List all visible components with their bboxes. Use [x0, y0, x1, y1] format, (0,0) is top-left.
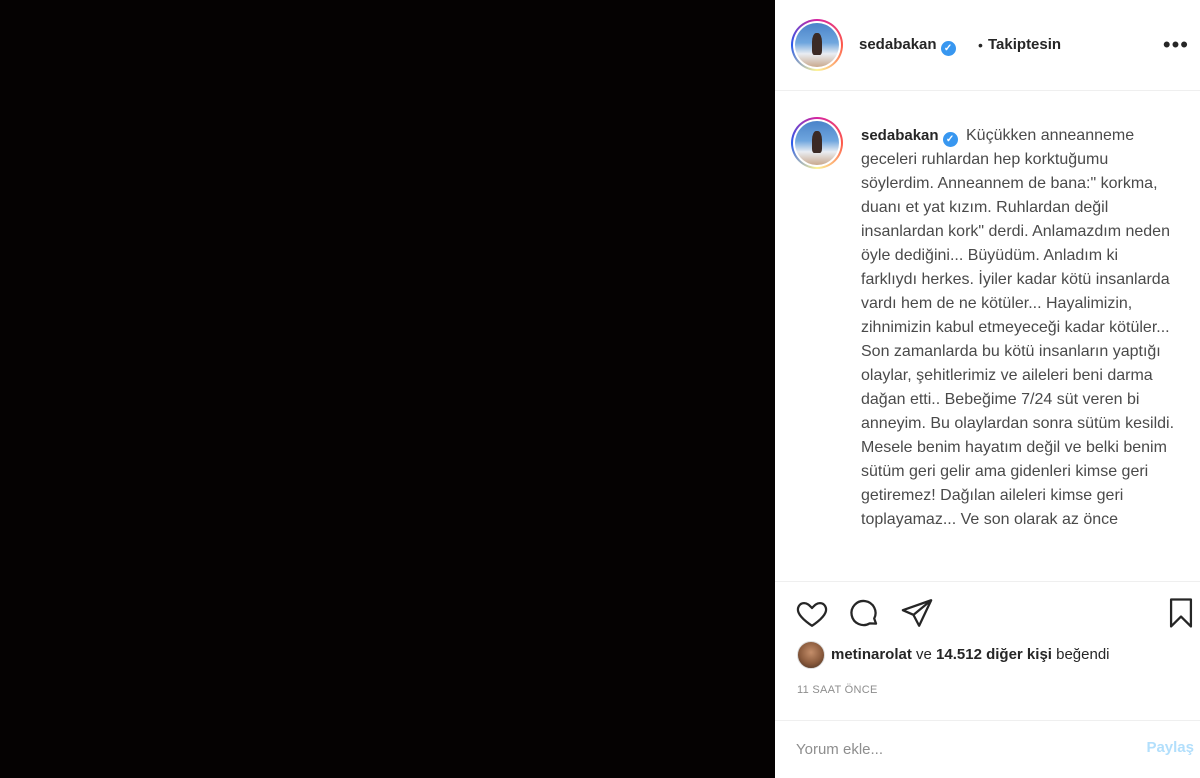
- action-bar: [775, 581, 1200, 646]
- caption-body: Küçükken anneanneme geceleri ruhlardan h…: [861, 127, 1175, 528]
- liker-avatar[interactable]: [797, 641, 825, 669]
- more-options-icon[interactable]: •••: [1163, 32, 1189, 58]
- post-comment-button[interactable]: Paylaş: [1146, 739, 1194, 756]
- comment-icon[interactable]: [847, 596, 881, 630]
- bookmark-icon[interactable]: [1164, 596, 1198, 630]
- caption-avatar[interactable]: [791, 117, 843, 169]
- post-timestamp[interactable]: 11 SAAT ÖNCE: [797, 684, 878, 696]
- likes-connector: ve: [916, 646, 932, 663]
- author-username-text[interactable]: sedabakan: [859, 36, 937, 53]
- author-avatar[interactable]: [791, 19, 843, 71]
- verified-badge-icon: ✓: [942, 132, 958, 147]
- post-media[interactable]: [0, 0, 775, 778]
- author-username[interactable]: sedabakan ✓: [859, 36, 956, 56]
- comment-input[interactable]: [796, 737, 1116, 761]
- post-header: sedabakan ✓ • Takiptesin •••: [775, 0, 1200, 91]
- comment-box: Paylaş: [775, 720, 1200, 778]
- liker-username[interactable]: metinarolat: [831, 646, 912, 663]
- likes-suffix: beğendi: [1056, 646, 1110, 663]
- caption-username[interactable]: sedabakan ✓: [861, 127, 958, 147]
- caption-text: sedabakan ✓ Küçükken anneanneme geceleri …: [861, 124, 1177, 532]
- following-button[interactable]: Takiptesin: [988, 36, 1061, 53]
- heart-icon[interactable]: [795, 596, 829, 630]
- post-side-panel: sedabakan ✓ • Takiptesin ••• sedabakan ✓ K…: [775, 0, 1200, 778]
- verified-badge-icon: ✓: [940, 41, 956, 56]
- caption-area: sedabakan ✓ Küçükken anneanneme geceleri …: [775, 91, 1200, 581]
- likes-count[interactable]: 14.512 diğer kişi: [936, 646, 1052, 663]
- separator-dot: •: [978, 37, 983, 53]
- paper-plane-icon[interactable]: [900, 596, 934, 630]
